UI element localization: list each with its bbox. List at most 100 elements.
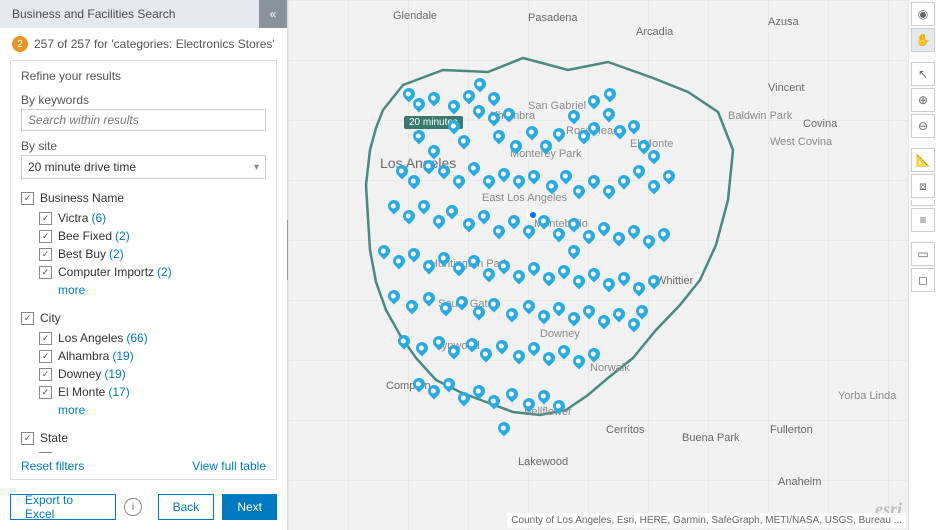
result-pin[interactable] bbox=[504, 386, 521, 403]
result-pin[interactable] bbox=[566, 108, 583, 125]
result-pin[interactable] bbox=[404, 298, 421, 315]
facet-title[interactable]: State bbox=[21, 431, 266, 445]
result-pin[interactable] bbox=[436, 250, 453, 267]
result-pin[interactable] bbox=[396, 333, 413, 350]
result-pin[interactable] bbox=[511, 268, 528, 285]
back-button[interactable]: Back bbox=[158, 494, 215, 520]
result-pin[interactable] bbox=[471, 103, 488, 120]
result-pin[interactable] bbox=[551, 126, 568, 143]
facet-item[interactable]: Bee Fixed(2) bbox=[39, 227, 266, 245]
result-pin[interactable] bbox=[401, 208, 418, 225]
result-pin[interactable] bbox=[471, 383, 488, 400]
facet-item[interactable]: Best Buy(2) bbox=[39, 245, 266, 263]
note-icon[interactable]: ◻ bbox=[911, 268, 935, 292]
result-pin[interactable] bbox=[394, 163, 411, 180]
refine-body[interactable]: By keywords By site 20 minute drive time… bbox=[11, 89, 276, 453]
result-pin[interactable] bbox=[411, 376, 428, 393]
result-pin[interactable] bbox=[586, 346, 603, 363]
result-pin[interactable] bbox=[646, 273, 663, 290]
checkbox-icon[interactable] bbox=[39, 266, 52, 279]
result-pin[interactable] bbox=[421, 258, 438, 275]
result-pin[interactable] bbox=[496, 258, 513, 275]
result-pin[interactable] bbox=[544, 178, 561, 195]
result-pin[interactable] bbox=[551, 398, 568, 415]
result-pin[interactable] bbox=[596, 313, 613, 330]
result-pin[interactable] bbox=[596, 220, 613, 237]
result-pin[interactable] bbox=[616, 173, 633, 190]
result-pin[interactable] bbox=[556, 263, 573, 280]
result-pin[interactable] bbox=[556, 343, 573, 360]
result-pin[interactable] bbox=[441, 376, 458, 393]
result-pin[interactable] bbox=[496, 420, 513, 437]
result-pin[interactable] bbox=[446, 98, 463, 115]
checkbox-icon[interactable] bbox=[39, 332, 52, 345]
result-pin[interactable] bbox=[391, 253, 408, 270]
result-pin[interactable] bbox=[426, 90, 443, 107]
result-pin[interactable] bbox=[631, 163, 648, 180]
result-pin[interactable] bbox=[586, 120, 603, 137]
result-pin[interactable] bbox=[551, 226, 568, 243]
facet-more-link[interactable]: more bbox=[39, 281, 266, 299]
result-pin[interactable] bbox=[511, 173, 528, 190]
facet-title[interactable]: Business Name bbox=[21, 191, 266, 205]
zoomout2-icon[interactable]: ⊖ bbox=[911, 114, 935, 138]
result-pin[interactable] bbox=[421, 290, 438, 307]
result-pin[interactable] bbox=[524, 124, 541, 141]
result-pin[interactable] bbox=[611, 306, 628, 323]
result-pin[interactable] bbox=[426, 383, 443, 400]
arrow-icon[interactable]: ↖ bbox=[911, 62, 935, 86]
result-pin[interactable] bbox=[438, 300, 455, 317]
hand-icon[interactable]: ✋ bbox=[911, 28, 935, 52]
result-pin[interactable] bbox=[634, 303, 651, 320]
result-pin[interactable] bbox=[526, 260, 543, 277]
list-icon[interactable]: ≡ bbox=[911, 208, 935, 232]
next-button[interactable]: Next bbox=[222, 494, 277, 520]
checkbox-icon[interactable] bbox=[21, 432, 34, 445]
result-pin[interactable] bbox=[571, 353, 588, 370]
result-pin[interactable] bbox=[466, 160, 483, 177]
map-canvas[interactable]: 20 minutes esri County of Los Angeles, E… bbox=[288, 0, 908, 530]
result-pin[interactable] bbox=[601, 106, 618, 123]
reset-filters-link[interactable]: Reset filters bbox=[21, 459, 84, 473]
info-icon[interactable]: i bbox=[124, 498, 141, 516]
result-pin[interactable] bbox=[631, 280, 648, 297]
result-pin[interactable] bbox=[558, 168, 575, 185]
result-pin[interactable] bbox=[511, 348, 528, 365]
result-pin[interactable] bbox=[491, 128, 508, 145]
checkbox-icon[interactable] bbox=[39, 368, 52, 381]
result-pin[interactable] bbox=[566, 310, 583, 327]
facet-more-link[interactable]: more bbox=[39, 401, 266, 419]
result-pin[interactable] bbox=[481, 173, 498, 190]
ruler-icon[interactable]: 📐 bbox=[911, 148, 935, 172]
result-pin[interactable] bbox=[626, 118, 643, 135]
mouse-icon[interactable]: ◉ bbox=[911, 2, 935, 26]
checkbox-icon[interactable] bbox=[39, 248, 52, 261]
result-pin[interactable] bbox=[476, 208, 493, 225]
result-pin[interactable] bbox=[601, 183, 618, 200]
result-pin[interactable] bbox=[566, 216, 583, 233]
facet-title[interactable]: City bbox=[21, 311, 266, 325]
result-pin[interactable] bbox=[421, 158, 438, 175]
result-pin[interactable] bbox=[401, 86, 418, 103]
result-pin[interactable] bbox=[661, 168, 678, 185]
result-pin[interactable] bbox=[521, 396, 538, 413]
result-pin[interactable] bbox=[406, 173, 423, 190]
result-pin[interactable] bbox=[571, 273, 588, 290]
result-pin[interactable] bbox=[538, 138, 555, 155]
result-pin[interactable] bbox=[414, 340, 431, 357]
result-pin[interactable] bbox=[636, 138, 653, 155]
result-pin[interactable] bbox=[454, 294, 471, 311]
result-pin[interactable] bbox=[471, 304, 488, 321]
result-pin[interactable] bbox=[526, 168, 543, 185]
result-pin[interactable] bbox=[586, 266, 603, 283]
site-select[interactable]: 20 minute drive time ▾ bbox=[21, 155, 266, 179]
result-pin[interactable] bbox=[494, 338, 511, 355]
result-pin[interactable] bbox=[431, 334, 448, 351]
result-pin[interactable] bbox=[626, 316, 643, 333]
result-pin[interactable] bbox=[431, 213, 448, 230]
result-pin[interactable] bbox=[446, 343, 463, 360]
result-pin[interactable] bbox=[641, 233, 658, 250]
result-pin[interactable] bbox=[478, 346, 495, 363]
result-pin[interactable] bbox=[506, 213, 523, 230]
facet-item[interactable]: Victra(6) bbox=[39, 209, 266, 227]
